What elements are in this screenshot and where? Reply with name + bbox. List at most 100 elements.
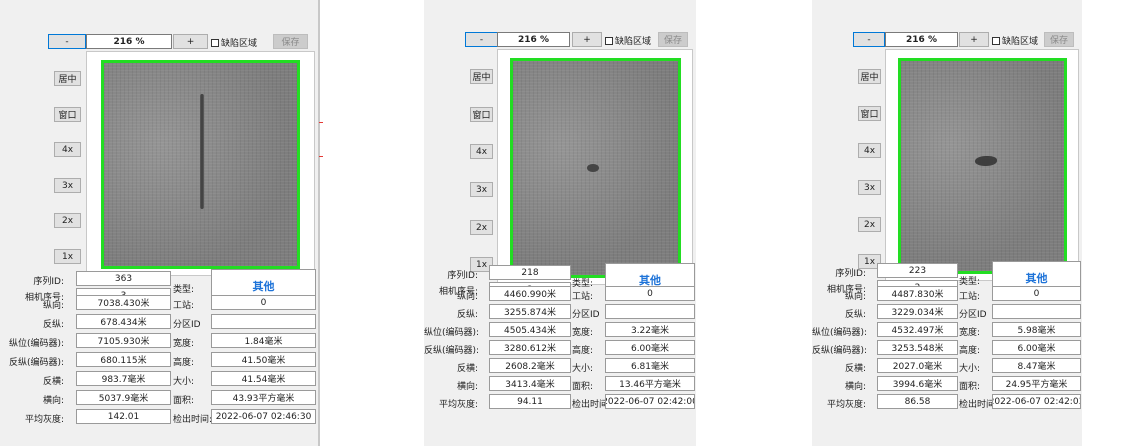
row-label2-4: 大小: bbox=[572, 364, 594, 374]
row-label-4: 反横: bbox=[844, 364, 866, 374]
zoom-in-button[interactable]: + bbox=[173, 34, 208, 49]
row-label2-0: 工站: bbox=[959, 292, 981, 302]
row-value-1: 3229.034米 bbox=[877, 304, 958, 319]
row-value2-6: 2022-06-07 02:42:03 bbox=[992, 394, 1081, 409]
row-label-1: 反纵: bbox=[456, 310, 478, 320]
side-button-0[interactable]: 居中 bbox=[54, 71, 81, 86]
row-label2-1: 分区ID bbox=[173, 320, 201, 330]
zoom-out-button[interactable]: - bbox=[465, 32, 498, 47]
row-value2-5: 13.46平方毫米 bbox=[605, 376, 695, 391]
type-label: 类型: bbox=[959, 277, 981, 287]
row-value2-2: 1.84毫米 bbox=[211, 333, 316, 348]
seq-label: 序列ID: bbox=[835, 269, 866, 279]
row-value-2: 4532.497米 bbox=[877, 322, 958, 337]
side-button-4[interactable]: 2x bbox=[54, 213, 81, 228]
row-label2-0: 工站: bbox=[173, 301, 195, 311]
save-button[interactable]: 保存 bbox=[273, 34, 308, 49]
row-label-1: 反纵: bbox=[844, 310, 866, 320]
zoom-out-button[interactable]: - bbox=[48, 34, 86, 49]
checkbox-box[interactable] bbox=[605, 36, 613, 45]
type-label: 类型: bbox=[173, 285, 195, 295]
defect-area-checkbox[interactable]: 缺陷区域 bbox=[211, 36, 257, 49]
row-value-1: 678.434米 bbox=[76, 314, 171, 329]
row-label2-4: 大小: bbox=[173, 377, 195, 387]
row-label2-3: 高度: bbox=[173, 358, 195, 368]
row-label2-5: 面积: bbox=[959, 382, 981, 392]
row-value2-2: 5.98毫米 bbox=[992, 322, 1081, 337]
side-button-3[interactable]: 3x bbox=[470, 182, 493, 197]
side-button-2[interactable]: 4x bbox=[54, 142, 81, 157]
zoom-level-field: 216 % bbox=[86, 34, 172, 49]
side-button-4[interactable]: 2x bbox=[470, 220, 493, 235]
side-button-3[interactable]: 3x bbox=[858, 180, 881, 195]
side-button-2[interactable]: 4x bbox=[858, 143, 881, 158]
defect-mark bbox=[975, 156, 997, 166]
row-label2-2: 宽度: bbox=[572, 328, 594, 338]
defect-mark bbox=[587, 164, 599, 172]
row-value-0: 4460.990米 bbox=[489, 286, 571, 301]
defect-panel-2: -216 %+缺陷区域保存居中窗口4x3x2x1x序列ID:218相机序号:2类… bbox=[424, 0, 696, 446]
row-label-5: 横向: bbox=[456, 382, 478, 392]
row-label-5: 横向: bbox=[844, 382, 866, 392]
edge-marker bbox=[319, 156, 323, 157]
row-value-4: 2027.0毫米 bbox=[877, 358, 958, 373]
seq-value: 363 bbox=[76, 271, 171, 286]
side-button-2[interactable]: 4x bbox=[470, 144, 493, 159]
defect-area-checkbox[interactable]: 缺陷区域 bbox=[605, 34, 651, 47]
side-button-0[interactable]: 居中 bbox=[470, 69, 493, 84]
row-label2-1: 分区ID bbox=[572, 310, 600, 320]
zoom-out-button[interactable]: - bbox=[853, 32, 885, 47]
side-button-1[interactable]: 窗口 bbox=[858, 106, 881, 121]
defect-panel-1: -216 %+缺陷区域保存居中窗口4x3x2x1x序列ID:363相机序号:3类… bbox=[0, 0, 318, 446]
defect-image bbox=[513, 61, 678, 275]
row-value2-3: 41.50毫米 bbox=[211, 352, 316, 367]
side-button-0[interactable]: 居中 bbox=[858, 69, 881, 84]
side-button-1[interactable]: 窗口 bbox=[54, 107, 81, 122]
row-label-3: 反纵(编码器): bbox=[424, 346, 480, 356]
type-label: 类型: bbox=[572, 279, 594, 289]
defect-mark bbox=[200, 94, 204, 209]
save-button[interactable]: 保存 bbox=[658, 32, 688, 47]
checkbox-box[interactable] bbox=[992, 36, 1000, 45]
row-label-2: 纵位(编码器): bbox=[424, 328, 480, 338]
row-label2-3: 高度: bbox=[959, 346, 981, 356]
row-value-5: 5037.9毫米 bbox=[76, 390, 171, 405]
side-button-1[interactable]: 窗口 bbox=[470, 107, 493, 122]
side-button-4[interactable]: 2x bbox=[858, 217, 881, 232]
row-value2-1 bbox=[605, 304, 695, 319]
row-value-1: 3255.874米 bbox=[489, 304, 571, 319]
row-value-0: 7038.430米 bbox=[76, 295, 171, 310]
row-value2-4: 41.54毫米 bbox=[211, 371, 316, 386]
row-value-3: 680.115米 bbox=[76, 352, 171, 367]
save-button[interactable]: 保存 bbox=[1044, 32, 1074, 47]
row-label-3: 反纵(编码器): bbox=[8, 358, 64, 368]
row-value2-0: 0 bbox=[211, 295, 316, 310]
side-button-5[interactable]: 1x bbox=[54, 249, 81, 264]
row-value2-6: 2022-06-07 02:46:30 bbox=[211, 409, 316, 424]
seq-value: 218 bbox=[489, 265, 571, 280]
row-label2-2: 宽度: bbox=[959, 328, 981, 338]
row-label-4: 反横: bbox=[42, 377, 64, 387]
row-label2-2: 宽度: bbox=[173, 339, 195, 349]
row-value-6: 142.01 bbox=[76, 409, 171, 424]
row-value2-4: 8.47毫米 bbox=[992, 358, 1081, 373]
row-value-0: 4487.830米 bbox=[877, 286, 958, 301]
row-value2-1 bbox=[211, 314, 316, 329]
row-value-2: 7105.930米 bbox=[76, 333, 171, 348]
checkbox-box[interactable] bbox=[211, 38, 219, 47]
side-button-3[interactable]: 3x bbox=[54, 178, 81, 193]
row-label-6: 平均灰度: bbox=[24, 415, 64, 425]
row-value-5: 3413.4毫米 bbox=[489, 376, 571, 391]
row-label-4: 反横: bbox=[456, 364, 478, 374]
image-canvas bbox=[497, 49, 693, 285]
zoom-in-button[interactable]: + bbox=[572, 32, 602, 47]
row-value2-0: 0 bbox=[992, 286, 1081, 301]
row-value-5: 3994.6毫米 bbox=[877, 376, 958, 391]
defect-area-checkbox[interactable]: 缺陷区域 bbox=[992, 34, 1038, 47]
row-label-6: 平均灰度: bbox=[438, 400, 478, 410]
row-value2-3: 6.00毫米 bbox=[605, 340, 695, 355]
panel-divider bbox=[318, 0, 320, 446]
seq-label: 序列ID: bbox=[33, 277, 64, 287]
row-label-0: 纵向: bbox=[42, 301, 64, 311]
zoom-in-button[interactable]: + bbox=[959, 32, 989, 47]
